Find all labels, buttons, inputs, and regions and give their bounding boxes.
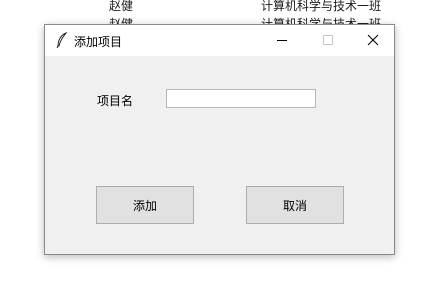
background-student-class: 计算机科学与技术一班 [261,0,382,13]
dialog-titlebar[interactable]: 添加项目 [45,25,394,56]
add-project-dialog: 添加项目 项目名 添加 取消 [44,24,395,255]
project-name-input[interactable] [166,89,316,108]
add-button[interactable]: 添加 [96,186,194,224]
feather-icon [55,31,69,49]
background-student-name: 赵健 [109,0,134,13]
close-button[interactable] [350,25,396,56]
close-icon [367,34,379,46]
minimize-button[interactable] [259,25,305,56]
dialog-title: 添加项目 [74,35,123,49]
maximize-icon [323,35,333,45]
minimize-icon [277,40,287,41]
project-name-label: 项目名 [97,94,134,108]
cancel-button[interactable]: 取消 [246,186,344,224]
maximize-button[interactable] [305,25,351,56]
